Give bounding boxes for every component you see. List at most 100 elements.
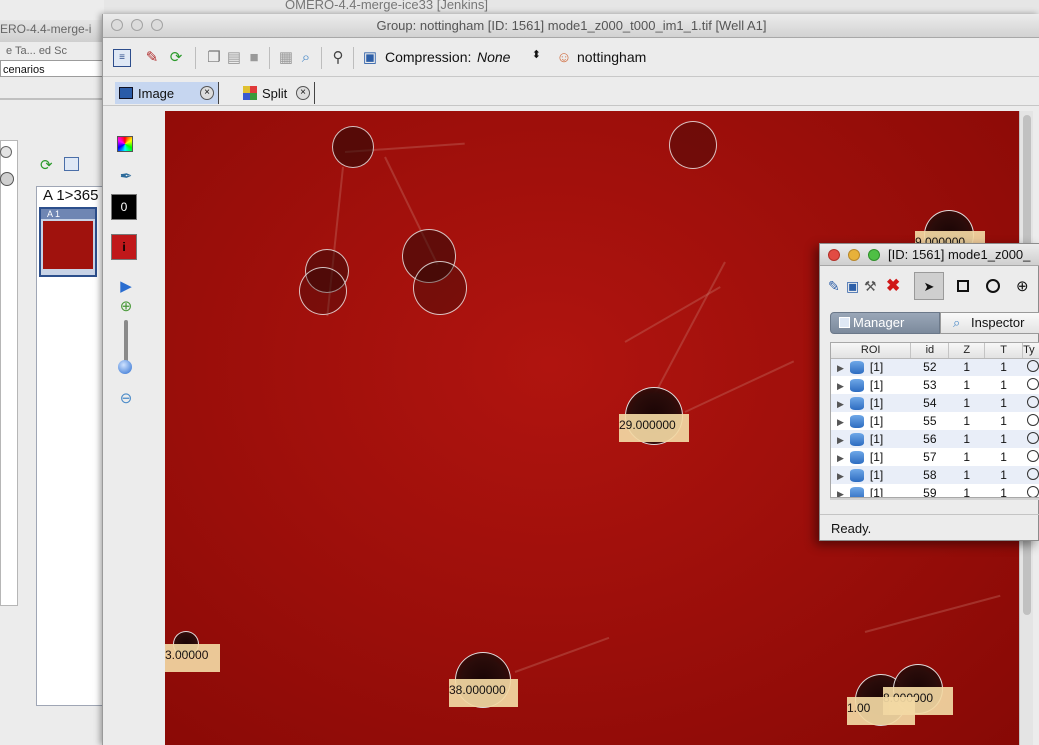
pipette-icon[interactable]: ⚲	[329, 49, 347, 67]
roi-label: 38.000000	[449, 679, 518, 707]
roi-stack-icon	[849, 433, 864, 447]
expand-arrow-icon[interactable]: ▶	[837, 435, 844, 445]
column-header[interactable]: Ty	[1022, 343, 1039, 359]
roi-label: [1]	[869, 360, 884, 375]
roi-table-header: ROI id Z T Ty	[831, 343, 1039, 359]
roi-stack-icon	[849, 487, 864, 497]
column-header[interactable]: Z	[948, 343, 986, 359]
t-cell: 1	[1000, 486, 1007, 498]
column-header[interactable]: id	[910, 343, 950, 359]
tools-icon[interactable]: ⚒	[864, 278, 877, 295]
table-row[interactable]: ▶ [1] 57 1 1	[831, 448, 1039, 466]
t-cell: 1	[1000, 450, 1007, 464]
tree-panel	[0, 140, 18, 606]
expand-arrow-icon[interactable]: ▶	[837, 363, 844, 373]
roi-label: [1]	[869, 377, 884, 392]
viewer-tabbar: Image × Split ×	[103, 78, 1039, 106]
thumbnail-view-icon[interactable]	[64, 157, 79, 171]
table-row[interactable]: ▶ [1] 58 1 1	[831, 466, 1039, 484]
eyedropper-icon[interactable]: ✒	[115, 166, 137, 188]
status-text: Ready.	[831, 521, 872, 536]
column-header[interactable]: T	[984, 343, 1024, 359]
save-icon[interactable]: ■	[245, 49, 263, 67]
t-cell: 1	[984, 358, 1023, 376]
toolbar-separator	[321, 47, 322, 69]
expand-arrow-icon[interactable]: ▶	[837, 453, 844, 463]
compression-select[interactable]: None ⬍	[477, 49, 541, 67]
scenario-field[interactable]: cenarios	[0, 60, 104, 77]
close-tab-icon[interactable]: ×	[296, 86, 310, 100]
type-cell	[1023, 412, 1039, 430]
roi-horizontal-scrollbar[interactable]	[830, 498, 1039, 500]
expand-arrow-icon[interactable]: ▶	[837, 471, 844, 481]
column-header[interactable]: ROI	[831, 343, 912, 359]
viewer-sidebar: ✒ 0 i ▶ ⊕ ⊖	[103, 108, 143, 745]
zoom-window-icon[interactable]	[868, 249, 880, 261]
close-window-icon[interactable]	[828, 249, 840, 261]
color-picker-icon[interactable]	[117, 136, 133, 152]
roi-label: 29.000000	[619, 414, 689, 442]
z-cell: 1	[948, 466, 985, 484]
background-window-title	[0, 0, 1039, 14]
save-roi-icon[interactable]: ▣	[846, 278, 859, 295]
tab-inspector[interactable]: ⌕ Inspector	[940, 312, 1039, 334]
zoom-slider-thumb[interactable]	[118, 360, 132, 374]
view-toggle-icon[interactable]	[0, 146, 12, 158]
roi-table-container: ROI id Z T Ty ▶ [1] 52 1 1 ▶ [1] 53 1 1 ▶ [1] 54 1 1 ▶[…	[830, 342, 1039, 498]
roi-circle[interactable]	[299, 267, 347, 315]
movie-icon[interactable]: ▦	[277, 49, 295, 67]
group-icon: ☺	[556, 49, 572, 66]
roi-circle[interactable]	[332, 126, 374, 168]
roi-label: [1]	[869, 413, 884, 428]
expand-arrow-icon[interactable]: ▶	[837, 381, 844, 391]
roi-circle[interactable]	[413, 261, 467, 315]
close-tab-icon[interactable]: ×	[200, 86, 214, 100]
type-cell	[1022, 430, 1039, 448]
tab-manager[interactable]: Manager	[830, 312, 940, 334]
table-row[interactable]: ▶ [1] 59 1 1	[831, 484, 1039, 498]
table-row[interactable]: ▶ [1] 54 1 1	[831, 394, 1039, 412]
ellipse-shape-icon	[1026, 377, 1039, 390]
table-row[interactable]: ▶ [1] 53 1 1	[831, 376, 1039, 394]
tab-split[interactable]: Split ×	[239, 82, 315, 104]
minimize-window-icon[interactable]	[848, 249, 860, 261]
type-cell	[1023, 448, 1039, 466]
expand-arrow-icon[interactable]: ▶	[837, 489, 844, 497]
expand-arrow-icon[interactable]: ▶	[837, 399, 844, 409]
info-button[interactable]: i	[111, 234, 137, 260]
table-row[interactable]: ▶ [1] 56 1 1	[831, 430, 1039, 448]
toolbar-separator	[195, 47, 196, 69]
roi-cell: ▶ [1]	[831, 394, 911, 412]
info-panel-icon[interactable]: ≡	[113, 49, 131, 67]
scenario-field-value: cenarios	[3, 64, 45, 76]
manager-icon	[839, 317, 850, 328]
expand-arrow-icon[interactable]: ▶	[837, 417, 844, 427]
well-a1[interactable]: A 1	[39, 207, 97, 277]
roi-stack-icon	[849, 379, 864, 393]
filament	[684, 360, 795, 413]
roi-label: [1]	[869, 467, 884, 482]
rendering-settings-icon[interactable]: ✎	[143, 49, 161, 67]
eye-icon[interactable]	[0, 172, 14, 186]
refresh-icon[interactable]: ⟳	[167, 49, 185, 67]
tab-image[interactable]: Image ×	[115, 82, 219, 104]
delete-icon[interactable]: ✖	[886, 276, 900, 296]
roi-circle[interactable]	[669, 121, 717, 169]
group-name[interactable]: nottingham	[577, 49, 646, 65]
zoom-out-icon[interactable]: ⊖	[115, 388, 137, 410]
edit-roi-icon[interactable]: ✎	[828, 278, 840, 295]
table-row[interactable]: ▶ [1] 55 1 1	[831, 412, 1039, 430]
paste-icon[interactable]: ▤	[225, 49, 243, 67]
zoom-icon[interactable]: ⌕	[297, 49, 315, 67]
channel-button[interactable]: 0	[111, 194, 137, 220]
ellipse-tool-icon[interactable]	[986, 279, 1000, 293]
zoom-in-icon[interactable]: ⊕	[115, 296, 137, 318]
refresh-icon[interactable]: ⟳	[40, 156, 53, 174]
pointer-tool-icon[interactable]: ➤	[914, 272, 944, 300]
copy-icon[interactable]: ❐	[205, 49, 223, 67]
play-icon[interactable]: ▶	[115, 276, 137, 298]
roi-stack-icon	[849, 361, 864, 375]
table-row[interactable]: ▶ [1] 52 1 1	[831, 358, 1039, 376]
point-tool-icon[interactable]: ⊕	[1016, 277, 1029, 295]
rectangle-tool-icon[interactable]	[957, 280, 969, 292]
